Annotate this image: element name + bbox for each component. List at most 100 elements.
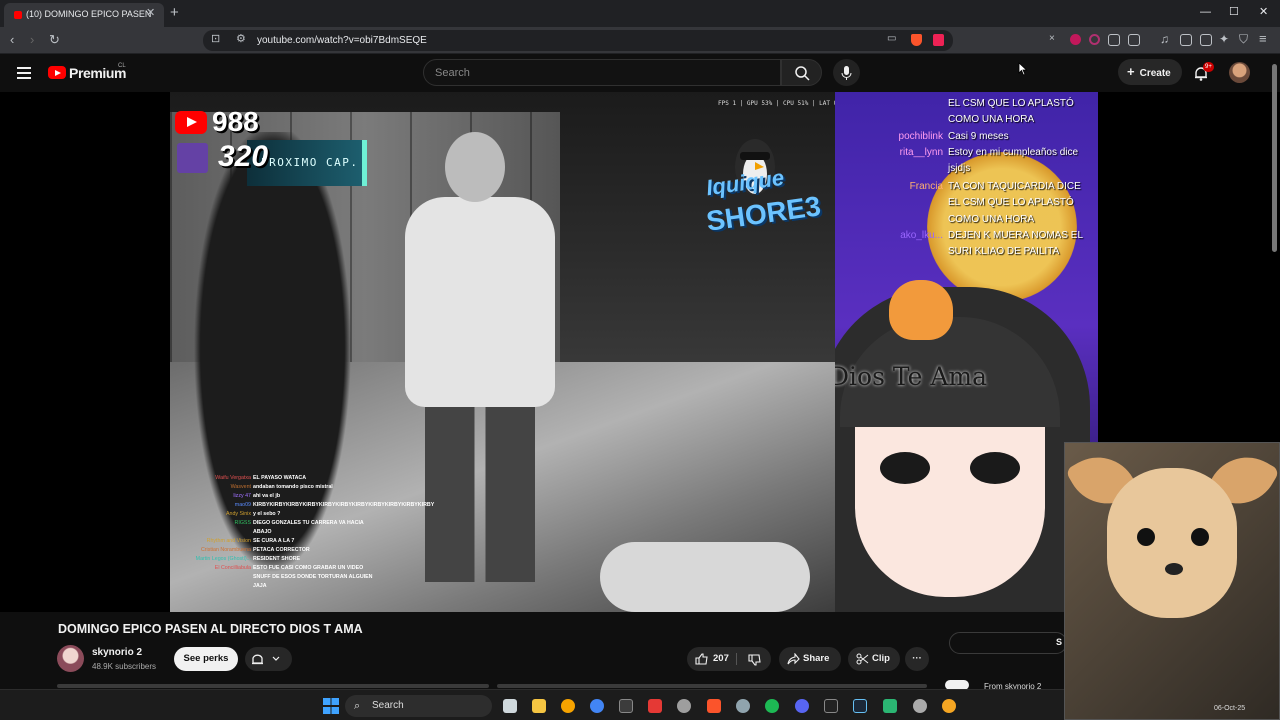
hamburger-menu-icon[interactable] <box>17 67 31 79</box>
settings-gear-icon[interactable] <box>736 699 750 713</box>
channel-name[interactable]: skynorio 2 <box>92 647 142 658</box>
youtube-logo-icon[interactable] <box>48 66 66 79</box>
search-input[interactable]: Search <box>423 59 781 86</box>
terminal-icon[interactable] <box>619 699 633 713</box>
media-app-icon[interactable] <box>648 699 662 713</box>
back-arrow-icon[interactable]: ‹ <box>10 32 14 48</box>
overlay-chat-row: El Concilliabula ESTO FUE CASI COMO GRABA… <box>180 564 380 591</box>
person-standing <box>395 122 560 602</box>
stream-chat-user: ako_lku... <box>900 230 943 241</box>
window-minimize-button[interactable]: — <box>1200 5 1211 19</box>
overlay-chat-user: Wasvent <box>230 484 251 490</box>
see-perks-button[interactable]: See perks <box>174 647 238 671</box>
discord-icon[interactable] <box>795 699 809 713</box>
youtube-viewer-count: 988 <box>212 106 259 137</box>
ai-sparkle-icon[interactable]: ✦ <box>1219 32 1229 46</box>
address-bar[interactable]: ⊡ ⚙ youtube.com/watch?v=obi7BdmSEQE ▭ <box>203 30 953 51</box>
overlay-chat-user: lizzy 47 <box>233 493 251 499</box>
create-button[interactable]: + Create <box>1118 59 1182 85</box>
share-button[interactable]: Share <box>779 647 841 671</box>
description-box-edge-2 <box>497 684 927 688</box>
overlay-chat-user: Rhythm and Vision <box>206 538 251 544</box>
scissors-icon <box>856 653 869 665</box>
sidebar-chip-label: S <box>1056 637 1063 647</box>
reload-icon[interactable]: ↻ <box>49 32 60 48</box>
overlay-chat-user: Martin Legos (Ghostl)... <box>195 556 251 562</box>
extension-puzzle-icon[interactable] <box>1108 34 1120 46</box>
music-icon[interactable]: ♫ <box>1160 32 1169 46</box>
bookmark-icon[interactable]: ⊡ <box>211 32 220 45</box>
taskbar-search-label: Search <box>372 700 404 711</box>
clip-button[interactable]: Clip <box>848 647 900 671</box>
vtuber-right-eye <box>970 452 1020 484</box>
chrome-alt-icon[interactable] <box>913 699 927 713</box>
site-info-icon[interactable]: ⚙ <box>236 32 246 45</box>
overlay-chat-row: Andy Sinix y el sebo ? <box>180 510 380 519</box>
search-placeholder: Search <box>435 67 470 79</box>
person-shirt <box>405 197 555 407</box>
file-explorer-icon[interactable] <box>532 699 546 713</box>
browser-tab[interactable]: (10) DOMINGO EPICO PASEN <box>4 3 164 27</box>
app-icon[interactable] <box>561 699 575 713</box>
voice-search-button[interactable] <box>833 59 860 86</box>
new-tab-button[interactable]: + <box>170 4 179 22</box>
sidebar-icon[interactable] <box>1180 34 1192 46</box>
brave-shield-icon[interactable] <box>911 34 922 46</box>
android-icon[interactable] <box>883 699 897 713</box>
forward-arrow-icon[interactable]: › <box>30 32 34 48</box>
overlay-chat-message: y el sebo ? <box>253 511 281 517</box>
dog-nose <box>1165 563 1183 575</box>
account-avatar[interactable] <box>1229 62 1250 83</box>
subscription-bell-button[interactable] <box>245 647 292 671</box>
share-label: Share <box>803 653 830 664</box>
vpn-shield-icon[interactable]: ⛉ <box>1239 32 1248 47</box>
sidebar-chip[interactable] <box>949 632 1067 654</box>
more-actions-button[interactable]: ··· <box>905 647 929 671</box>
extension-box-icon[interactable] <box>1128 34 1140 46</box>
like-count[interactable]: 207 <box>713 647 729 671</box>
extension-circle-icon[interactable] <box>1089 34 1100 45</box>
share-icon <box>787 653 800 665</box>
window-maximize-button[interactable]: ☐ <box>1229 5 1239 19</box>
brave-browser-icon[interactable] <box>707 699 721 713</box>
taskbar-search[interactable]: ⌕ Search <box>345 695 492 717</box>
stream-chat-user: rita__lynn <box>899 147 943 158</box>
bell-icon <box>252 654 280 665</box>
tab-title: (10) DOMINGO EPICO PASEN <box>26 9 152 19</box>
wallet-icon[interactable] <box>1200 34 1212 46</box>
window-close-button[interactable]: ✕ <box>1259 5 1268 19</box>
dislike-icon[interactable] <box>748 654 761 666</box>
twitch-viewer-count: 320 <box>218 140 269 173</box>
dog-left-eye <box>1137 528 1155 546</box>
tab-close-icon[interactable]: ✕ <box>146 6 155 20</box>
apple-icon[interactable] <box>677 699 691 713</box>
overlay-chat-message: ESTO FUE CASI COMO GRABAR UN VIDEO SNUFF… <box>253 565 373 589</box>
spotify-icon[interactable] <box>765 699 779 713</box>
like-icon[interactable] <box>695 653 708 665</box>
overlay-chat-message: SE CURA A LA 7 <box>253 538 295 544</box>
person-legs <box>425 402 535 582</box>
search-icon <box>795 66 810 81</box>
taskbar-search-icon: ⌕ <box>354 700 361 712</box>
channel-avatar[interactable] <box>57 645 84 672</box>
overlay-chat-row: Martin Legos (Ghostl)... RESIDENT SHORE <box>180 555 380 564</box>
browser-menu-icon[interactable]: ≡ <box>1259 31 1267 46</box>
close-extension-icon[interactable]: × <box>1049 33 1055 44</box>
windows-start-icon[interactable] <box>323 698 339 714</box>
task-view-icon[interactable] <box>503 699 517 713</box>
like-divider <box>736 653 737 665</box>
search-button[interactable] <box>781 59 822 86</box>
overlay-chat-message: ahi va el jb <box>253 493 281 499</box>
microphone-icon <box>841 66 852 80</box>
rewards-icon[interactable] <box>933 34 944 46</box>
stream-chat-text: TA CON TAQUICARDIA DICE EL CSM QUE LO AP… <box>948 181 1081 225</box>
capcut-icon[interactable] <box>824 699 838 713</box>
cast-icon[interactable]: ▭ <box>887 33 896 44</box>
extension-red-icon[interactable] <box>1070 34 1081 45</box>
chrome-icon[interactable] <box>590 699 604 713</box>
overlay-chat-user: RIGSS <box>234 520 251 526</box>
page-scrollbar[interactable] <box>1272 64 1277 252</box>
overlay-chat-user: Andy Sinix <box>225 511 251 517</box>
steam-icon[interactable] <box>853 699 867 713</box>
vlc-icon[interactable] <box>942 699 956 713</box>
